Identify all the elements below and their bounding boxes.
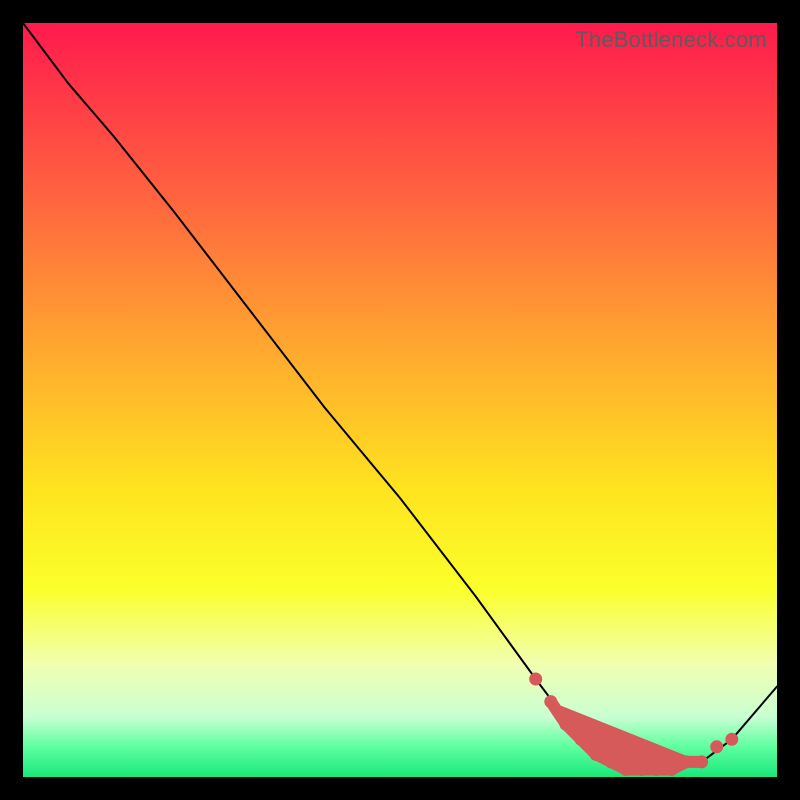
highlight-dot [665,764,677,776]
optimal-zone-cluster [551,702,702,770]
highlight-dot [620,764,632,776]
highlight-dot [545,696,557,708]
highlight-dot [635,764,647,776]
plot-svg [23,23,777,777]
highlight-dot [605,756,617,768]
highlight-dot [726,733,738,745]
highlight-dot [696,756,708,768]
highlight-dot [530,673,542,685]
bottleneck-curve [23,23,777,770]
highlight-dot [575,733,587,745]
chart-frame: TheBottleneck.com [23,23,777,777]
highlight-dot [590,748,602,760]
highlight-dot [711,741,723,753]
highlight-dot [650,764,662,776]
highlight-dot [681,756,693,768]
highlight-dot [560,718,572,730]
